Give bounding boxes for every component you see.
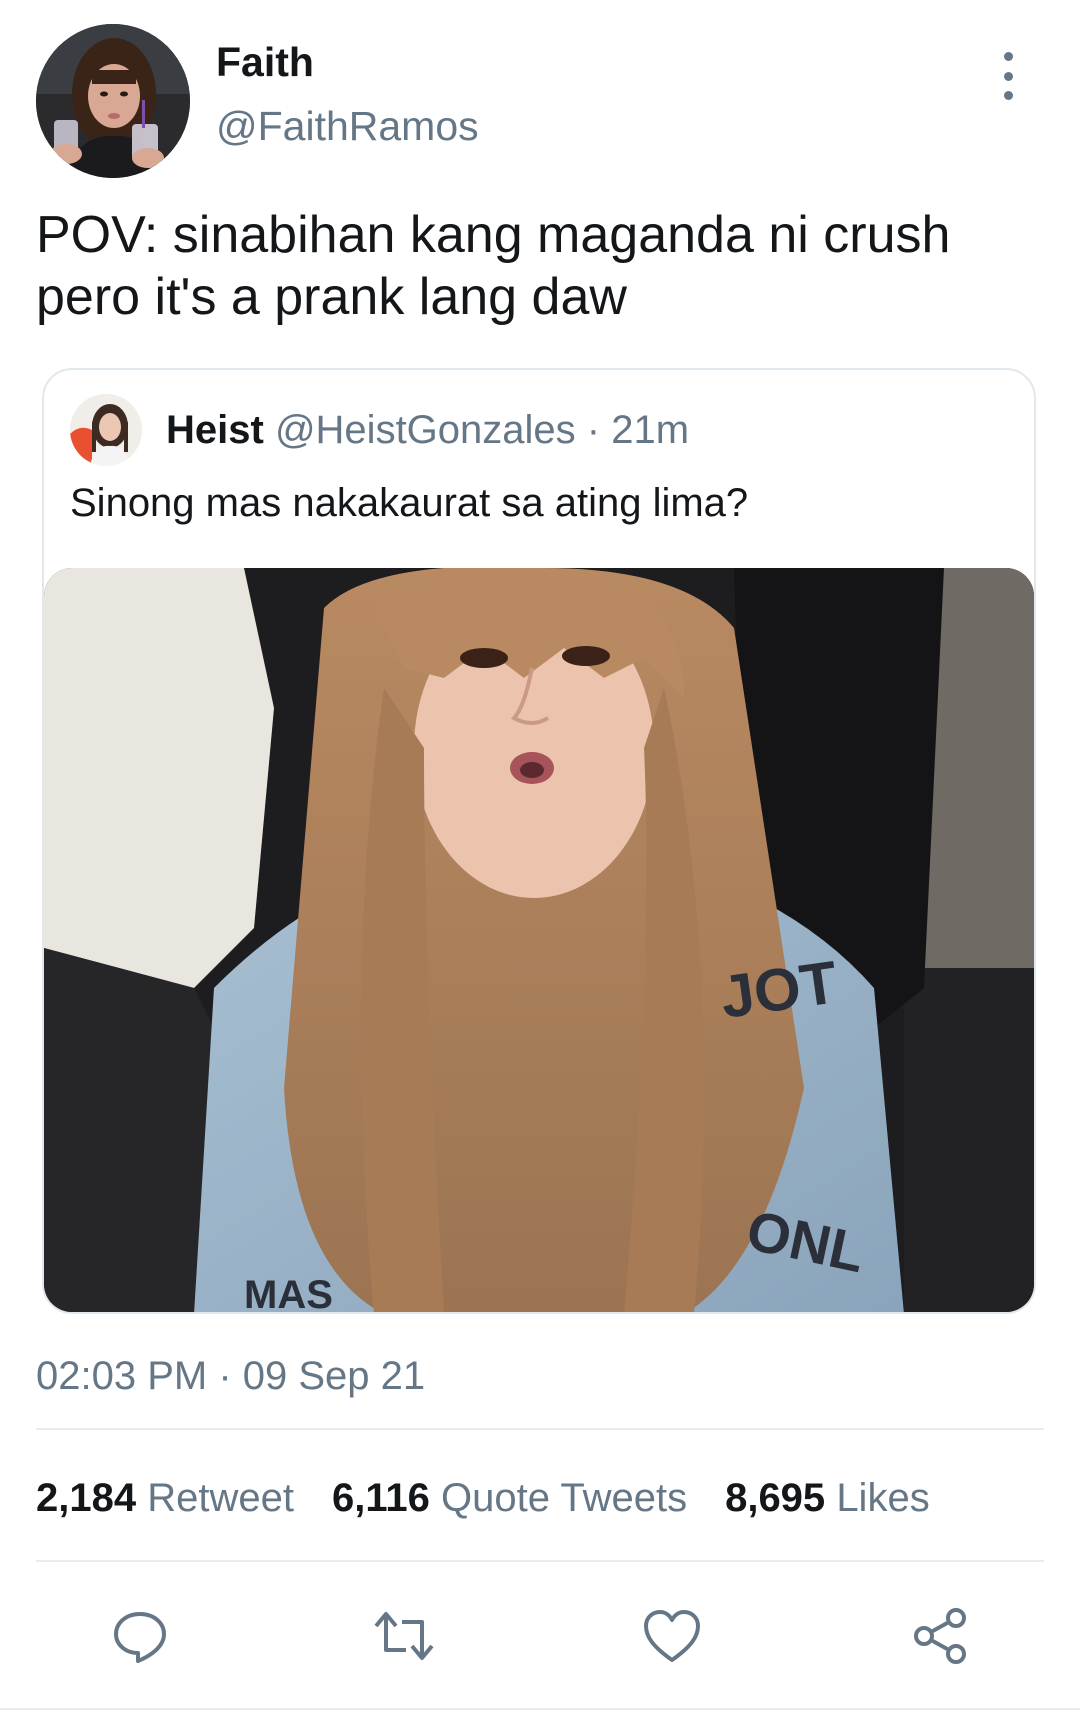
avatar-photo (36, 24, 190, 178)
tweet-stats: 2,184 Retweet 6,116 Quote Tweets 8,695 L… (36, 1474, 930, 1522)
quote-count[interactable]: 6,116 Quote Tweets (332, 1474, 687, 1522)
retweet-count-label: Retweet (147, 1476, 294, 1520)
share-button[interactable] (908, 1604, 972, 1668)
quoted-tweet[interactable]: Heist @HeistGonzales · 21m Sinong mas na… (42, 368, 1036, 1314)
bottom-divider (0, 1708, 1080, 1710)
quote-display-name: Heist (166, 408, 264, 452)
media-image: JOT ONL MAS (44, 568, 1034, 1314)
retweet-icon (374, 1612, 434, 1660)
retweet-count[interactable]: 2,184 Retweet (36, 1474, 294, 1522)
quote-count-number: 6,116 (331, 1476, 430, 1520)
retweet-count-number: 2,184 (36, 1476, 137, 1520)
like-count-number: 8,695 (725, 1476, 826, 1520)
reply-icon (114, 1612, 166, 1663)
like-count[interactable]: 8,695 Likes (725, 1474, 930, 1522)
quote-text: Sinong mas nakakaurat sa ating lima? (70, 481, 749, 525)
quote-media-photo[interactable]: JOT ONL MAS (44, 568, 1034, 1314)
retweet-button[interactable] (372, 1604, 436, 1668)
quote-handle: @HeistGonzales (274, 408, 576, 452)
quote-header: Heist @HeistGonzales · 21m (166, 406, 689, 454)
author-avatar[interactable] (36, 24, 190, 178)
quote-time: 21m (611, 408, 690, 452)
more-dot (1003, 71, 1013, 81)
tweet-timestamp[interactable]: 02:03 PM · 09 Sep 21 (36, 1352, 425, 1400)
tweet-text: POV: sinabihan kang maganda ni crush per… (36, 206, 951, 326)
author-handle[interactable]: @FaithRamos (216, 102, 479, 150)
quote-separator: · (586, 408, 601, 452)
svg-text:MAS: MAS (244, 1273, 333, 1314)
like-button[interactable] (640, 1604, 704, 1668)
quote-author-avatar (70, 394, 142, 466)
tweet-detail: Faith @FaithRamos POV: sinabihan kang ma… (0, 0, 1080, 1726)
author-display-name[interactable]: Faith (216, 38, 314, 86)
quote-count-label: Quote Tweets (441, 1476, 688, 1520)
more-options-icon[interactable] (996, 52, 1020, 100)
more-dot (1003, 52, 1013, 61)
more-dot (1003, 91, 1013, 100)
like-count-label: Likes (836, 1476, 930, 1520)
quote-avatar-photo (70, 394, 142, 466)
divider (36, 1428, 1044, 1430)
divider (36, 1560, 1044, 1562)
reply-button[interactable] (108, 1604, 172, 1668)
heart-icon (644, 1610, 700, 1662)
share-icon (914, 1608, 966, 1664)
